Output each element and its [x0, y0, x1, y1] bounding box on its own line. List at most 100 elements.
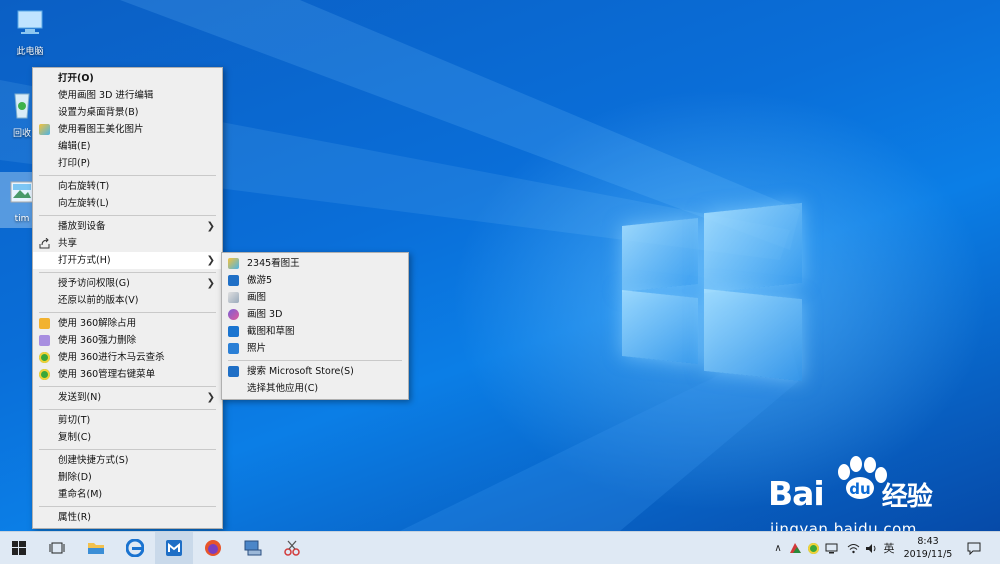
tray-icon-app1[interactable] [787, 532, 803, 564]
menu-item-label: 使用画图 3D 进行编辑 [58, 90, 154, 101]
submenu-item-photos[interactable]: 照片 [222, 340, 408, 357]
task-view-icon [49, 542, 65, 554]
edge-icon [126, 539, 144, 557]
submenu-item-paint3d[interactable]: 画图 3D [222, 306, 408, 323]
snip-sketch-icon [228, 326, 239, 337]
submenu-item-2345-viewer[interactable]: 2345看图王 [222, 255, 408, 272]
submenu-item-label: 搜索 Microsoft Store(S) [247, 366, 354, 377]
menu-item-label: 使用看图王美化图片 [58, 124, 144, 135]
menu-item-360-force-delete[interactable]: 使用 360强力删除 [33, 332, 222, 349]
watermark-brand: Bai [768, 474, 825, 513]
submenu-item-search-store[interactable]: 搜索 Microsoft Store(S) [222, 363, 408, 380]
photos-icon [228, 343, 239, 354]
menu-item-properties[interactable]: 属性(R) [33, 509, 222, 526]
menu-item-create-shortcut[interactable]: 创建快捷方式(S) [33, 452, 222, 469]
taskbar-firefox[interactable] [194, 532, 232, 564]
menu-item-rotate-right[interactable]: 向右旋转(T) [33, 178, 222, 195]
taskbar-file-explorer[interactable] [77, 532, 115, 564]
chevron-right-icon: ❯ [206, 392, 215, 403]
menu-separator [39, 215, 216, 216]
wifi-icon [847, 543, 859, 553]
submenu-item-maxthon[interactable]: 傲游5 [222, 272, 408, 289]
menu-item-send-to[interactable]: 发送到(N) ❯ [33, 389, 222, 406]
menu-item-label: 使用 360解除占用 [58, 318, 137, 329]
menu-item-rename[interactable]: 重命名(M) [33, 486, 222, 503]
menu-item-label: 剪切(T) [58, 415, 91, 426]
menu-item-label: 属性(R) [58, 512, 92, 523]
menu-item-label: 还原以前的版本(V) [58, 295, 139, 306]
chevron-right-icon: ❯ [206, 221, 215, 232]
taskbar-maxthon[interactable] [155, 532, 193, 564]
task-view-button[interactable] [38, 532, 76, 564]
menu-item-360-manage-menu[interactable]: 使用 360管理右键菜单 [33, 366, 222, 383]
menu-item-open[interactable]: 打开(O) [33, 70, 222, 87]
360-shred-icon [39, 335, 50, 346]
submenu-item-label: 2345看图王 [247, 258, 300, 269]
menu-item-share[interactable]: 共享 [33, 235, 222, 252]
taskbar-network-app[interactable] [234, 532, 272, 564]
menu-item-rotate-left[interactable]: 向左旋转(L) [33, 195, 222, 212]
submenu-item-label: 截图和草图 [247, 326, 295, 337]
submenu-item-choose-app[interactable]: 选择其他应用(C) [222, 380, 408, 397]
taskbar-clock[interactable]: 8:43 2019/11/5 [898, 535, 958, 561]
360-unlock-icon [39, 318, 50, 329]
computer-icon [17, 10, 43, 34]
tray-app-icon [789, 543, 801, 553]
action-center-button[interactable] [962, 532, 986, 564]
menu-item-delete[interactable]: 删除(D) [33, 469, 222, 486]
menu-item-edit[interactable]: 编辑(E) [33, 138, 222, 155]
display-icon [825, 543, 837, 553]
menu-item-label: 播放到设备 [58, 221, 106, 232]
tray-icon-wifi[interactable] [845, 532, 861, 564]
menu-item-label: 创建快捷方式(S) [58, 455, 129, 466]
menu-item-set-wallpaper[interactable]: 设置为桌面背景(B) [33, 104, 222, 121]
volume-icon [865, 543, 875, 553]
menu-item-grant-access[interactable]: 授予访问权限(G) ❯ [33, 275, 222, 292]
menu-item-label: 编辑(E) [58, 141, 91, 152]
store-icon [228, 366, 239, 377]
watermark-brand-suffix: 经验 [881, 482, 933, 512]
menu-item-print[interactable]: 打印(P) [33, 155, 222, 172]
menu-item-label: 发送到(N) [58, 392, 102, 403]
menu-item-360-trojan-scan[interactable]: 使用 360进行木马云查杀 [33, 349, 222, 366]
menu-item-copy[interactable]: 复制(C) [33, 429, 222, 446]
submenu-item-paint[interactable]: 画图 [222, 289, 408, 306]
menu-item-label: 复制(C) [58, 432, 92, 443]
chevron-right-icon: ❯ [206, 255, 215, 266]
tray-overflow-button[interactable]: ∧ [770, 532, 786, 564]
tray-icon-volume[interactable] [863, 532, 879, 564]
submenu-item-snip-sketch[interactable]: 截图和草图 [222, 323, 408, 340]
tray-icon-360[interactable] [805, 532, 821, 564]
menu-item-restore-versions[interactable]: 还原以前的版本(V) [33, 292, 222, 309]
menu-item-label: 向左旋转(L) [58, 198, 109, 209]
menu-item-label: 使用 360进行木马云查杀 [58, 352, 165, 363]
menu-item-cut[interactable]: 剪切(T) [33, 412, 222, 429]
menu-separator [39, 312, 216, 313]
menu-separator [39, 506, 216, 507]
maxthon-icon [228, 275, 239, 286]
menu-item-label: 删除(D) [58, 472, 92, 483]
taskbar-edge[interactable] [116, 532, 154, 564]
paint-icon [228, 292, 239, 303]
taskbar-snipping-tool[interactable] [273, 532, 311, 564]
desktop-icon-this-pc[interactable]: 此电脑 [2, 8, 58, 57]
submenu-item-label: 选择其他应用(C) [247, 383, 319, 394]
menu-item-beautify-image[interactable]: 使用看图王美化图片 [33, 121, 222, 138]
tray-icon-display[interactable] [823, 532, 839, 564]
context-menu: 打开(O) 使用画图 3D 进行编辑 设置为桌面背景(B) 使用看图王美化图片 … [32, 67, 223, 529]
scissors-icon [284, 540, 300, 556]
share-icon [39, 238, 50, 249]
menu-separator [39, 409, 216, 410]
menu-item-label: 打开方式(H) [58, 255, 111, 266]
menu-item-edit-paint3d[interactable]: 使用画图 3D 进行编辑 [33, 87, 222, 104]
image-viewer-icon [39, 124, 50, 135]
clock-time: 8:43 [917, 536, 939, 547]
start-button[interactable] [0, 532, 38, 564]
menu-item-label: 打开(O) [58, 73, 94, 84]
menu-item-360-unlock[interactable]: 使用 360解除占用 [33, 315, 222, 332]
menu-item-cast-to-device[interactable]: 播放到设备 ❯ [33, 218, 222, 235]
taskbar: ∧ 英 8:43 2019/11/5 [0, 531, 1000, 564]
menu-item-open-with[interactable]: 打开方式(H) ❯ [33, 252, 222, 269]
ime-indicator[interactable]: 英 [880, 532, 898, 564]
menu-separator [39, 386, 216, 387]
